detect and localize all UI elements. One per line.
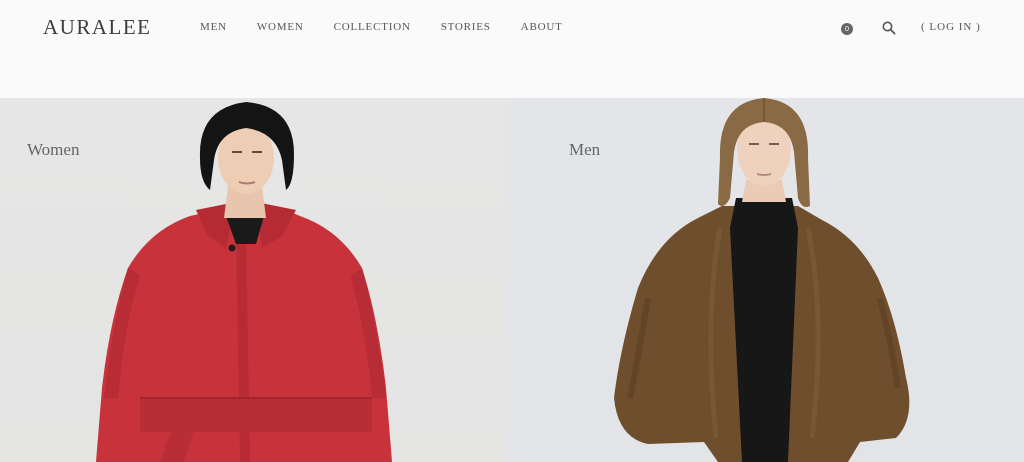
site-header: AURALEE MEN WOMEN COLLECTION STORIES ABO… — [0, 0, 1024, 98]
nav-item-about[interactable]: ABOUT — [521, 21, 563, 33]
women-category-panel[interactable]: Women — [0, 98, 508, 462]
men-category-panel[interactable]: Men — [508, 98, 1024, 462]
nav-item-men[interactable]: MEN — [200, 21, 227, 33]
cart-count-badge[interactable]: 0 — [841, 23, 853, 35]
nav-item-collection[interactable]: COLLECTION — [334, 21, 411, 33]
nav-item-women[interactable]: WOMEN — [257, 21, 304, 33]
login-link[interactable]: ( LOG IN ) — [921, 21, 981, 33]
search-button[interactable] — [882, 21, 898, 37]
men-panel-label: Men — [569, 140, 601, 159]
main-nav: MEN WOMEN COLLECTION STORIES ABOUT — [200, 21, 593, 33]
hero-section: Women Men — [0, 98, 1024, 462]
site-logo[interactable]: AURALEE — [43, 15, 152, 40]
nav-item-stories[interactable]: STORIES — [441, 21, 491, 33]
search-icon — [882, 21, 896, 35]
women-panel-label: Women — [27, 140, 80, 159]
